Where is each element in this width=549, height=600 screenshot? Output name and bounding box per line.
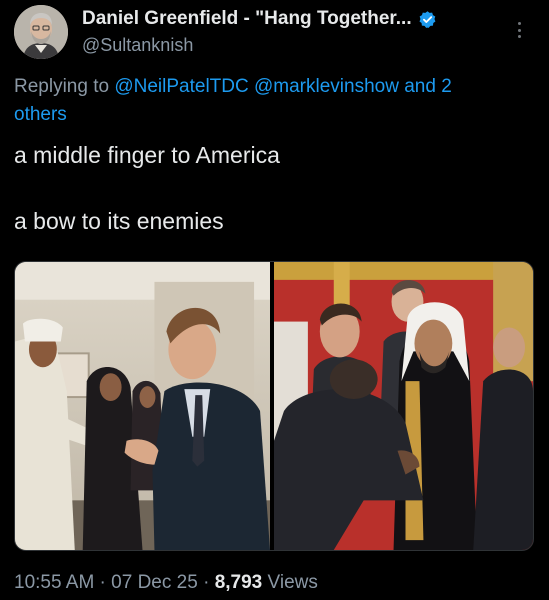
author-name-row[interactable]: Daniel Greenfield - "Hang Together...	[82, 8, 437, 30]
others-link[interactable]: and 2	[404, 76, 452, 97]
author-display-name[interactable]: Daniel Greenfield - "Hang Together...	[82, 8, 412, 30]
media-grid	[14, 261, 534, 551]
mention-link[interactable]: @marklevinshow	[254, 76, 399, 97]
tweet-text-line: a middle finger to America	[14, 142, 280, 168]
tweet-date[interactable]: 07 Dec 25	[111, 572, 198, 593]
replying-to: Replying to @NeilPatelTDC @marklevinshow…	[14, 73, 534, 129]
tweet-meta: 10:55 AM · 07 Dec 25 · 8,793 Views	[14, 572, 318, 594]
photo-handshake[interactable]	[15, 262, 270, 550]
mention-link[interactable]: @NeilPatelTDC	[114, 76, 248, 97]
avatar-image	[14, 5, 68, 59]
verified-badge-icon[interactable]	[418, 10, 437, 29]
meta-separator: ·	[197, 572, 215, 593]
views-count: 8,793	[214, 572, 263, 593]
photo-bow[interactable]	[274, 262, 533, 550]
meta-separator: ·	[94, 572, 112, 593]
tweet-text-line: a bow to its enemies	[14, 208, 224, 234]
others-link-continued[interactable]: others	[14, 104, 67, 125]
views-label: Views	[262, 572, 318, 593]
more-options-icon[interactable]	[512, 20, 526, 40]
replying-to-prefix: Replying to	[14, 76, 115, 97]
avatar[interactable]	[14, 5, 68, 59]
author-handle[interactable]: @Sultanknish	[82, 35, 193, 56]
tweet[interactable]: Daniel Greenfield - "Hang Together... @S…	[0, 0, 549, 600]
tweet-time[interactable]: 10:55 AM	[14, 572, 94, 593]
